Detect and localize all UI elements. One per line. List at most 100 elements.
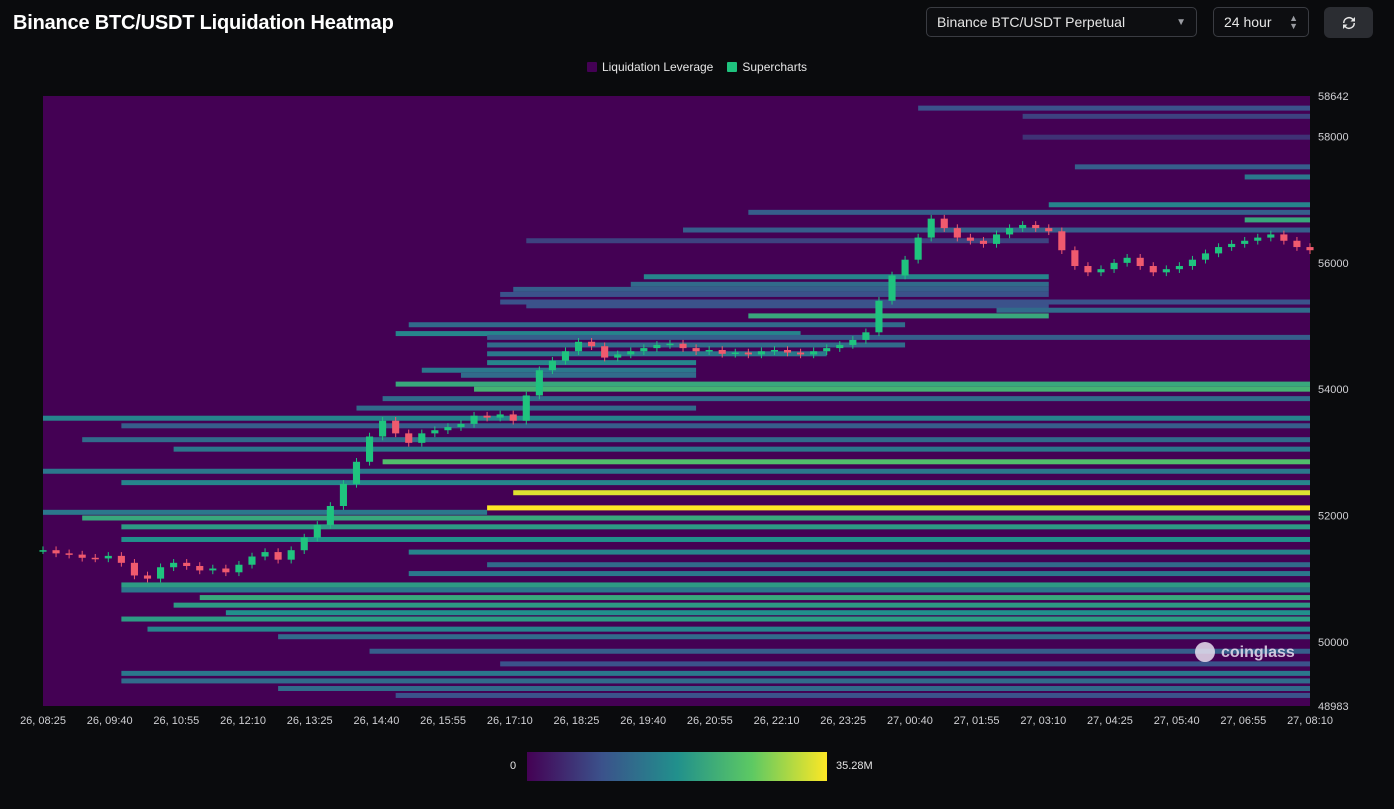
candle: [1097, 269, 1105, 273]
x-tick-label: 27, 05:40: [1154, 715, 1200, 727]
x-tick-label: 26, 18:25: [554, 715, 600, 727]
x-tick-label: 27, 01:55: [954, 715, 1000, 727]
coinglass-logo-icon: [1195, 642, 1215, 662]
candle: [1136, 257, 1144, 267]
liquidation-band: [147, 626, 1310, 632]
candle: [914, 237, 922, 260]
x-tick-label: 27, 03:10: [1020, 715, 1066, 727]
x-tick-label: 26, 14:40: [353, 715, 399, 727]
candle: [535, 370, 543, 396]
heatmap-chart[interactable]: 58642 58000 56000 54000 52000 50000 48983 26, 0…: [0, 0, 1394, 809]
liquidation-band: [43, 468, 1310, 474]
liquidation-band: [121, 670, 1311, 676]
liquidation-band: [278, 686, 1310, 692]
candle: [992, 234, 1001, 244]
x-tick-label: 26, 23:25: [820, 715, 866, 727]
y-tick-label: 58000: [1318, 132, 1349, 144]
candle: [770, 350, 779, 352]
candle: [1241, 240, 1249, 244]
liquidation-band: [630, 281, 1049, 287]
candle: [248, 556, 256, 565]
y-tick-label: 56000: [1318, 258, 1349, 270]
candle: [810, 351, 818, 355]
candle: [379, 420, 387, 437]
candle: [78, 554, 86, 558]
liquidation-band: [121, 582, 1311, 588]
x-tick-label: 27, 08:10: [1287, 715, 1333, 727]
candle: [692, 348, 700, 352]
x-tick-label: 26, 20:55: [687, 715, 733, 727]
candle: [1293, 240, 1301, 248]
candle: [431, 430, 439, 434]
liquidation-band: [121, 423, 1311, 429]
liquidation-band: [395, 692, 1310, 698]
liquidation-band: [513, 490, 1310, 496]
y-tick-label: 54000: [1318, 384, 1349, 396]
candle: [1045, 228, 1053, 232]
candle: [718, 350, 726, 354]
x-tick-label: 26, 22:10: [754, 715, 800, 727]
candle: [1162, 269, 1170, 273]
candle: [183, 562, 191, 566]
candle: [888, 275, 896, 301]
candle: [170, 562, 178, 568]
liquidation-band: [395, 381, 1310, 387]
candle: [339, 483, 347, 506]
candle: [1123, 257, 1131, 263]
liquidation-band: [199, 595, 1310, 601]
liquidation-band: [382, 396, 1310, 402]
candle: [849, 339, 857, 345]
liquidation-band: [408, 571, 1311, 577]
liquidation-band: [1048, 202, 1310, 208]
candle: [444, 427, 452, 431]
candle: [783, 350, 792, 353]
liquidation-band: [121, 616, 1311, 622]
candle: [1254, 237, 1262, 241]
liquidation-band: [918, 105, 1310, 111]
candle: [927, 218, 935, 238]
liquidation-band: [1244, 174, 1310, 180]
y-tick-label: 52000: [1318, 510, 1349, 522]
candle: [679, 343, 687, 349]
candle: [1175, 266, 1183, 270]
candle: [157, 567, 165, 579]
liquidation-band: [748, 209, 1310, 215]
candle: [509, 414, 517, 421]
candle: [757, 351, 765, 355]
candle: [365, 436, 374, 462]
liquidation-band: [278, 634, 1310, 640]
liquidation-band: [121, 524, 1311, 530]
x-tick-label: 27, 06:55: [1220, 715, 1266, 727]
candle: [261, 552, 269, 557]
candle: [548, 360, 556, 371]
liquidation-band: [82, 515, 1311, 521]
candle: [457, 423, 465, 428]
candle: [418, 433, 426, 443]
candle: [300, 537, 308, 551]
liquidation-band: [43, 415, 1310, 421]
liquidation-band: [369, 648, 1310, 654]
candle: [313, 524, 321, 538]
liquidation-band: [500, 291, 1049, 297]
x-tick-label: 26, 15:55: [420, 715, 466, 727]
candle: [1149, 266, 1157, 273]
x-tick-label: 26, 13:25: [287, 715, 333, 727]
y-tick-label: 58642: [1318, 91, 1349, 103]
liquidation-band: [382, 459, 1310, 465]
candle: [91, 557, 99, 560]
candle: [1188, 259, 1196, 267]
liquidation-band: [43, 509, 488, 515]
coinglass-watermark: coinglass: [1195, 642, 1295, 662]
candle: [1280, 234, 1288, 241]
candle: [52, 550, 60, 554]
x-tick-label: 27, 04:25: [1087, 715, 1133, 727]
liquidation-band: [421, 367, 697, 373]
candle: [1201, 253, 1210, 260]
candle: [143, 575, 152, 579]
liquidation-band: [748, 313, 1049, 319]
colorbar-max-label: 35.28M: [836, 760, 873, 772]
x-tick-label: 26, 19:40: [620, 715, 666, 727]
candle: [797, 352, 805, 355]
candle: [1228, 243, 1236, 248]
liquidation-band: [487, 505, 1310, 511]
